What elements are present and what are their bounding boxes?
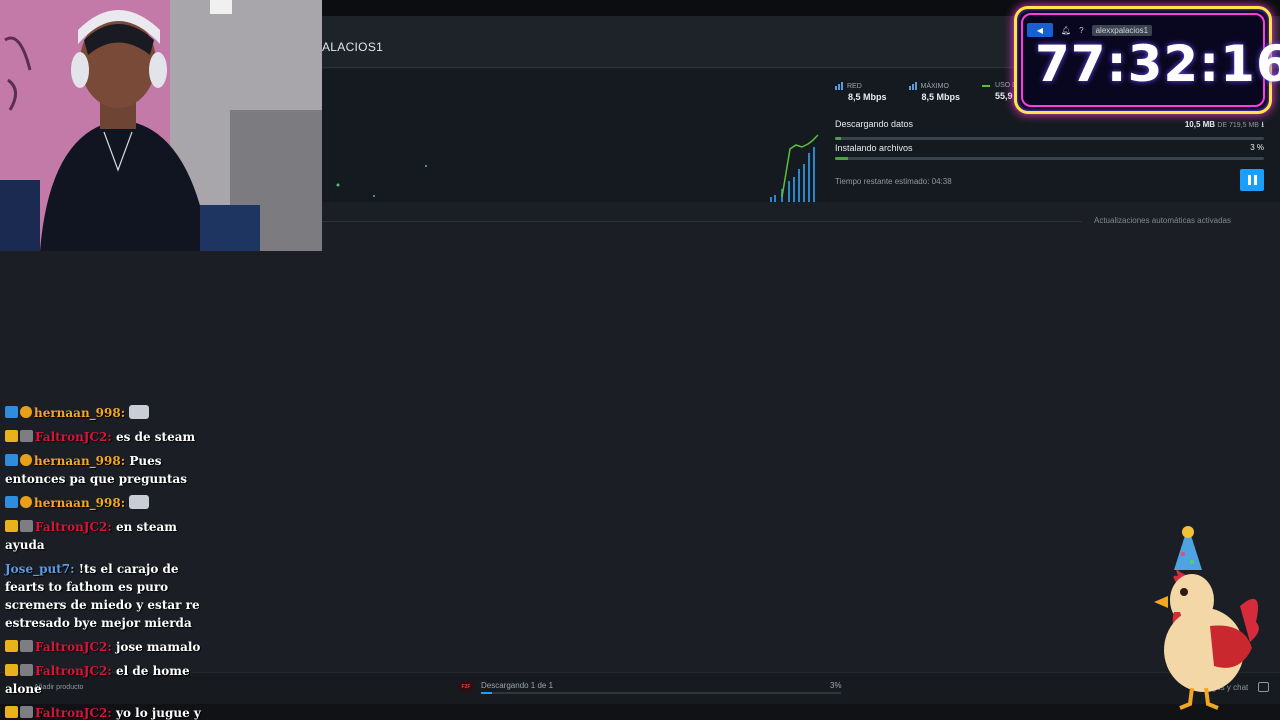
- streamer-image: [0, 0, 322, 251]
- install-label: Instalando archivos: [835, 143, 913, 153]
- chat-message: hernaan_998:: [5, 494, 220, 512]
- chat-text: jose mamalo: [116, 640, 201, 654]
- chat-username[interactable]: FaltronJC2:: [35, 640, 112, 654]
- time-remaining: Tiempo restante estimado: 04:38: [835, 177, 952, 186]
- orange-badge-icon: [20, 496, 32, 508]
- download-label: Descargando datos: [835, 119, 914, 129]
- chat-overlay: hernaan_998: FaltronJC2: es de steam hern…: [5, 404, 220, 720]
- help-icon[interactable]: ?: [1079, 26, 1083, 35]
- chat-message: FaltronJC2: es de steam: [5, 428, 220, 446]
- chat-username[interactable]: hernaan_998:: [34, 406, 125, 420]
- crown-badge-icon: [5, 706, 18, 718]
- blue-badge-icon: [5, 406, 18, 418]
- crown-badge-icon: [5, 664, 18, 676]
- dice-badge-icon: [20, 430, 33, 442]
- webcam-overlay: [0, 0, 322, 251]
- divider: [322, 221, 1082, 222]
- chat-message: FaltronJC2: el de home alone: [5, 662, 220, 698]
- chat-message: hernaan_998:: [5, 404, 220, 422]
- bell-icon[interactable]: 🔔︎: [1061, 26, 1071, 35]
- crown-badge-icon: [5, 430, 18, 442]
- chat-username[interactable]: FaltronJC2:: [35, 664, 112, 678]
- stat-label: MÁXIMO: [920, 82, 949, 90]
- chat-username[interactable]: Jose_put7:: [5, 562, 75, 576]
- chat-text: es de steam: [116, 430, 196, 444]
- dice-badge-icon: [20, 520, 33, 532]
- install-progress: Instalando archivos 3 %: [835, 143, 1264, 160]
- dice-badge-icon: [20, 640, 33, 652]
- download-amount: 10,5 MB DE 719,5 MB ⭳: [1185, 119, 1264, 133]
- crown-badge-icon: [5, 520, 18, 532]
- chat-message: FaltronJC2: en steam ayuda: [5, 518, 220, 554]
- rooster-mascot: [1154, 526, 1259, 710]
- chat-username[interactable]: hernaan_998:: [34, 454, 125, 468]
- stat-value: 8,5 Mbps: [921, 92, 961, 102]
- stat-max: MÁXIMO 8,5 Mbps: [908, 82, 961, 102]
- pause-button[interactable]: [1240, 169, 1264, 191]
- chat-message: FaltronJC2: jose mamalo: [5, 638, 220, 656]
- bars-icon: [908, 82, 917, 90]
- auto-updates-status[interactable]: Actualizaciones automáticas activadas: [1094, 216, 1231, 225]
- dice-badge-icon: [20, 706, 33, 718]
- download-progress: Descargando datos 10,5 MB DE 719,5 MB ⭳: [835, 119, 1264, 140]
- download-track: [835, 137, 1264, 140]
- download-graph: [336, 134, 819, 202]
- chat-username[interactable]: FaltronJC2:: [35, 520, 112, 534]
- line-icon: [982, 84, 991, 87]
- game-icon: F2F: [459, 682, 473, 692]
- bottom-progress-track: [481, 692, 841, 694]
- chat-message: hernaan_998: Pues entonces pa que pregun…: [5, 452, 220, 488]
- download-amount-value: 10,5 MB: [1184, 120, 1216, 129]
- pause-icon: [1247, 175, 1251, 185]
- blue-badge-icon: [5, 454, 18, 466]
- chat-message: Jose_put7: !ts el carajo de fearts to fa…: [5, 560, 220, 632]
- chat-message: FaltronJC2: yo lo jugue y ame: [5, 704, 220, 720]
- cat-emote-icon: [129, 405, 150, 419]
- chat-username[interactable]: FaltronJC2:: [35, 706, 112, 720]
- install-track: [835, 157, 1264, 160]
- download-total: DE 719,5 MB: [1217, 122, 1259, 129]
- install-percent: 3 %: [1250, 143, 1264, 152]
- subathon-timer: ◀ 🔔︎ ? alexxpalacios1 77:32:16: [1014, 6, 1280, 114]
- bars-icon: [835, 82, 843, 90]
- bottom-download-percent: 3%: [830, 681, 842, 690]
- timer-display: 77:32:16: [1035, 35, 1280, 93]
- blue-badge-icon: [5, 496, 18, 508]
- bottom-progress-fill: [481, 692, 492, 694]
- install-fill: [835, 157, 848, 160]
- stat-label: RED: [847, 82, 862, 90]
- chat-username[interactable]: hernaan_998:: [34, 496, 125, 510]
- account-menu[interactable]: alexxpalacios1: [1091, 24, 1153, 36]
- chat-username[interactable]: FaltronJC2:: [35, 430, 112, 444]
- dice-badge-icon: [20, 664, 33, 676]
- crown-badge-icon: [5, 640, 18, 652]
- download-fill: [835, 137, 842, 140]
- download-icon: ⭳: [1261, 120, 1264, 129]
- orange-badge-icon: [20, 406, 32, 418]
- orange-badge-icon: [20, 454, 32, 466]
- page-title: ALACIOS1: [322, 40, 384, 54]
- stat-value: 8,5 Mbps: [848, 92, 887, 102]
- stat-network: RED 8,5 Mbps: [835, 82, 887, 102]
- cat-emote-icon: [129, 495, 150, 509]
- bottom-download-status[interactable]: Descargando 1 de 1: [481, 681, 553, 690]
